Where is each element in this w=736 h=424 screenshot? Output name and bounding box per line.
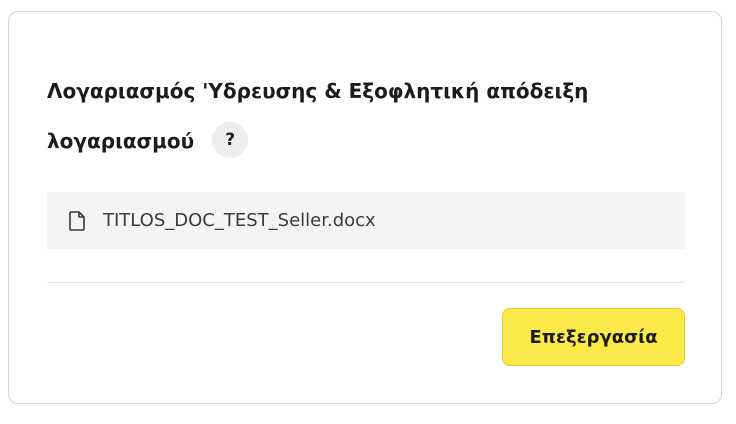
file-attachment[interactable]: TITLOS_DOC_TEST_Seller.docx: [47, 192, 685, 249]
file-name: TITLOS_DOC_TEST_Seller.docx: [103, 210, 376, 231]
section-title: Λογαριασμός 'Υδρευσης & Εξοφλητική απόδε…: [47, 66, 647, 166]
section-title-line1: Λογαριασμός 'Υδρευσης & Εξοφλητική απόδε…: [47, 79, 589, 103]
edit-button[interactable]: Επεξεργασία: [502, 308, 685, 366]
section-title-line2: λογαριασμού: [47, 129, 195, 153]
document-card: Λογαριασμός 'Υδρευσης & Εξοφλητική απόδε…: [8, 11, 722, 404]
divider: [47, 282, 685, 283]
document-icon: [69, 210, 85, 231]
help-icon[interactable]: ?: [212, 121, 249, 158]
